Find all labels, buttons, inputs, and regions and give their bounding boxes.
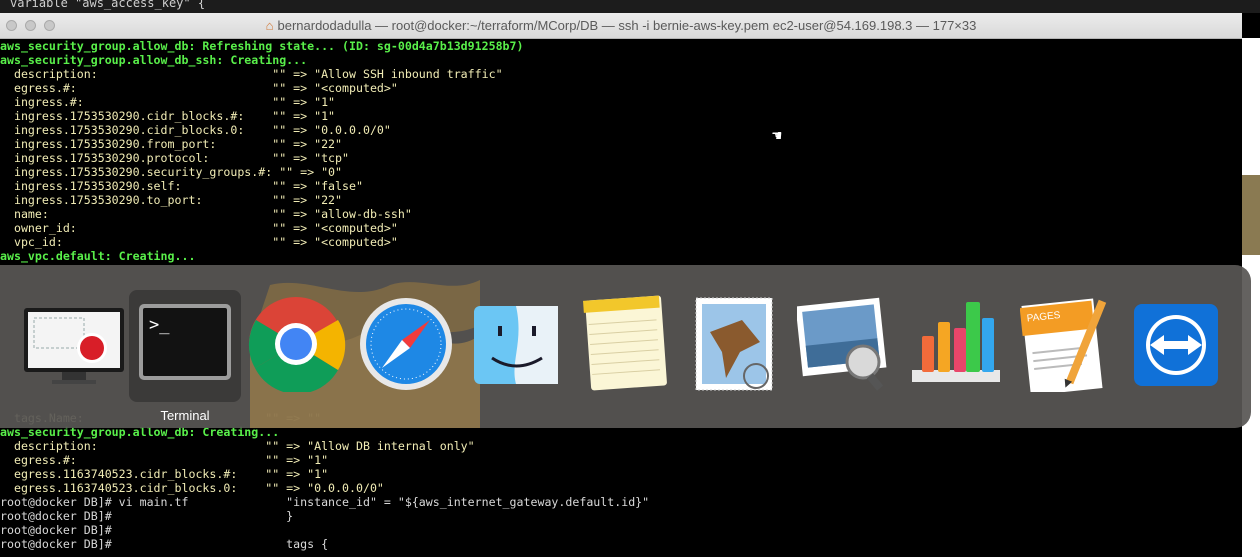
terminal-line: root@docker DB]#: [0, 523, 112, 537]
terminal-line: name: "" => "allow-db-ssh": [0, 207, 412, 221]
terminal-line: aws_security_group.allow_db: Refreshing …: [0, 39, 524, 53]
window-title-text: bernardodadulla — root@docker:~/terrafor…: [277, 18, 977, 33]
terminal-line: ingress.1753530290.cidr_blocks.#: "" => …: [0, 109, 336, 123]
terminal-title-bar[interactable]: ⌂ bernardodadulla — root@docker:~/terrafo…: [0, 13, 1242, 39]
terminal-line: aws_security_group.allow_db_ssh: Creatin…: [0, 53, 308, 67]
dock-item-finder[interactable]: [470, 292, 570, 392]
notes-icon: [583, 295, 667, 391]
terminal-line: ingress.#: "" => "1": [0, 95, 336, 109]
terminal-line: root@docker DB]# vi main.tf "instance_id…: [0, 495, 650, 509]
pages-icon: PAGES: [1019, 298, 1107, 396]
terminal-line: egress.#: "" => "<computed>": [0, 81, 398, 95]
terminal-line: root@docker DB]# }: [0, 509, 294, 523]
terminal-line: ingress.1753530290.security_groups.#: ""…: [0, 165, 343, 179]
terminal-line: ingress.1753530290.cidr_blocks.0: "" => …: [0, 123, 391, 137]
finder-icon: [474, 306, 558, 384]
terminal-line: ingress.1753530290.from_port: "" => "22": [0, 137, 343, 151]
terminal-icon: >_: [139, 304, 231, 380]
background-window-text: variable "aws_access_key" {: [10, 0, 206, 10]
mail-icon: [695, 297, 773, 391]
terminal-line: ingress.1753530290.to_port: "" => "22": [0, 193, 343, 207]
terminal-prompt: >_: [149, 315, 170, 335]
app-switcher: >_ Terminal PAGES: [0, 265, 1251, 428]
terminal-line: aws_vpc.default: Creating...: [0, 249, 196, 263]
terminal-line: egress.#: "" => "1": [0, 453, 329, 467]
home-icon: ⌂: [265, 18, 274, 33]
numbers-icon: [912, 302, 1000, 382]
dock-item-mail[interactable]: [690, 292, 790, 392]
dock-item-safari[interactable]: [358, 292, 458, 392]
background-window-strip: variable "aws_access_key" {: [0, 0, 1260, 13]
safari-icon: [360, 298, 452, 390]
dock-item-terminal[interactable]: >_: [129, 290, 241, 402]
hand-cursor-icon: ☚: [772, 126, 782, 145]
dock-item-pages[interactable]: PAGES: [1019, 292, 1120, 396]
chrome-icon: [248, 297, 346, 394]
terminal-line: description: "" => "Allow SSH inbound tr…: [0, 67, 503, 81]
dock-item-preview[interactable]: [795, 292, 897, 392]
teamviewer-icon: [1134, 304, 1218, 386]
terminal-line: egress.1163740523.cidr_blocks.#: "" => "…: [0, 467, 329, 481]
preview-icon: [795, 297, 887, 391]
terminal-line: vpc_id: "" => "<computed>": [0, 235, 398, 249]
terminal-line: egress.1163740523.cidr_blocks.0: "" => "…: [0, 481, 384, 495]
terminal-line: root@docker DB]# tags {: [0, 537, 329, 551]
active-app-label: Terminal: [160, 408, 210, 423]
dock-item-notes[interactable]: [582, 292, 682, 392]
terminal-line: owner_id: "" => "<computed>": [0, 221, 398, 235]
terminal-line: ingress.1753530290.protocol: "" => "tcp": [0, 151, 350, 165]
dock-item-screen-recorder[interactable]: [22, 292, 124, 392]
screen-recorder-icon: [24, 308, 124, 384]
terminal-line: ingress.1753530290.self: "" => "false": [0, 179, 363, 193]
dock-item-chrome[interactable]: [246, 292, 346, 394]
dock-item-teamviewer[interactable]: [1132, 292, 1232, 392]
dock-item-numbers[interactable]: [910, 292, 1010, 392]
terminal-line: description: "" => "Allow DB internal on…: [0, 439, 475, 453]
window-title: ⌂ bernardodadulla — root@docker:~/terrafo…: [0, 18, 1242, 33]
